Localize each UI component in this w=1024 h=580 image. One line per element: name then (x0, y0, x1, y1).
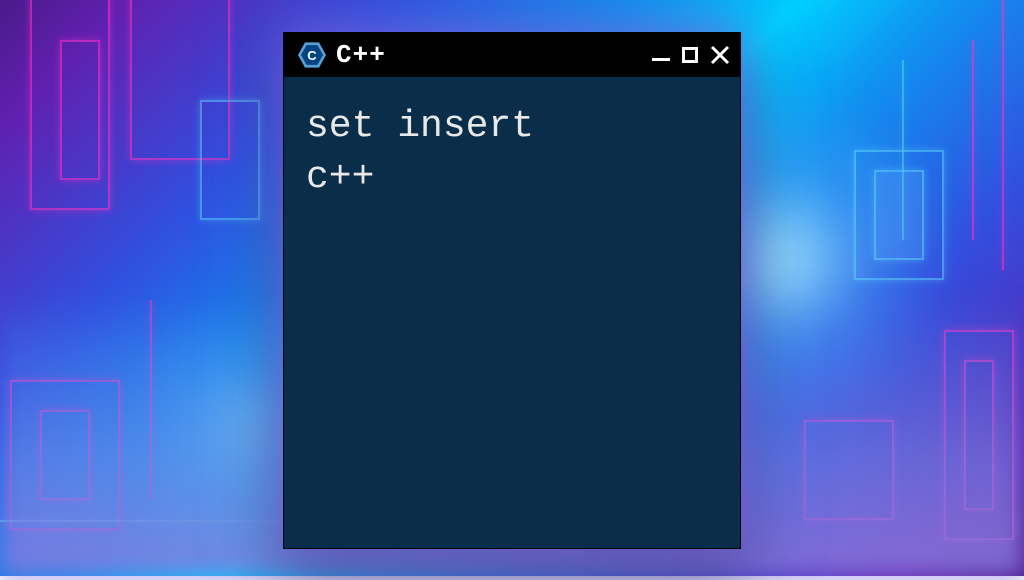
minimize-button[interactable] (652, 50, 670, 61)
window-controls (652, 45, 730, 65)
close-button[interactable] (710, 45, 730, 65)
terminal-line: set insert (306, 101, 718, 152)
titlebar[interactable]: C C++ (284, 33, 740, 77)
terminal-line: c++ (306, 152, 718, 203)
maximize-button[interactable] (682, 47, 698, 63)
window-title: C++ (336, 40, 642, 70)
cpp-hexagon-icon: C (298, 41, 326, 69)
terminal-window: C C++ set insert c++ (283, 32, 741, 549)
minimize-icon (652, 58, 670, 61)
maximize-icon (682, 47, 698, 63)
close-icon (710, 45, 730, 65)
terminal-body: set insert c++ (284, 77, 740, 228)
